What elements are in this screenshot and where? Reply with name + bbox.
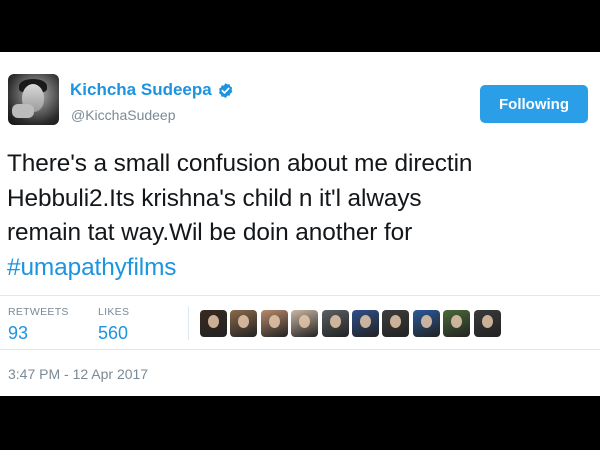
liker-avatar[interactable]: [321, 310, 349, 337]
author-handle[interactable]: @KicchaSudeep: [71, 107, 176, 123]
stat-separator: [188, 306, 189, 340]
liker-avatar[interactable]: [230, 310, 258, 337]
following-button[interactable]: Following: [480, 85, 588, 123]
tweet-card: Kichcha Sudeepa @KicchaSudeep Following …: [0, 52, 600, 396]
avatar[interactable]: [8, 74, 59, 125]
liker-avatars: [200, 310, 504, 337]
author-display-name[interactable]: Kichcha Sudeepa: [70, 80, 212, 100]
likes-label: LIKES: [98, 306, 130, 318]
letterbox-top: [0, 0, 600, 52]
retweets-stat[interactable]: RETWEETS 93: [8, 306, 69, 344]
hashtag-link[interactable]: #umapathyfilms: [7, 251, 597, 286]
retweets-label: RETWEETS: [8, 306, 69, 318]
divider: [0, 295, 600, 296]
tweet-text-line: There's a small confusion about me direc…: [7, 150, 473, 177]
likes-count: 560: [98, 323, 129, 343]
tweet-text-line: remain tat way.Wil be doin another for: [7, 219, 413, 246]
tweet-timestamp[interactable]: 3:47 PM - 12 Apr 2017: [8, 366, 148, 382]
liker-avatar[interactable]: [473, 310, 501, 337]
liker-avatar[interactable]: [260, 310, 288, 337]
author-name-row: Kichcha Sudeepa: [70, 80, 234, 100]
divider: [0, 349, 600, 350]
retweets-count: 93: [8, 323, 29, 343]
liker-avatar[interactable]: [291, 310, 319, 337]
likes-stat[interactable]: LIKES 560: [98, 306, 129, 344]
liker-avatar[interactable]: [412, 310, 440, 337]
liker-avatar[interactable]: [382, 310, 410, 337]
verified-badge-icon: [218, 82, 233, 98]
letterbox-bottom: [0, 396, 600, 450]
liker-avatar[interactable]: [443, 310, 471, 337]
liker-avatar[interactable]: [200, 310, 227, 337]
liker-avatar[interactable]: [351, 310, 379, 337]
avatar-hand: [12, 104, 34, 118]
tweet-text: There's a small confusion about me direc…: [7, 147, 597, 285]
tweet-text-line: Hebbuli2.Its krishna's child n it'l alwa…: [7, 184, 422, 212]
